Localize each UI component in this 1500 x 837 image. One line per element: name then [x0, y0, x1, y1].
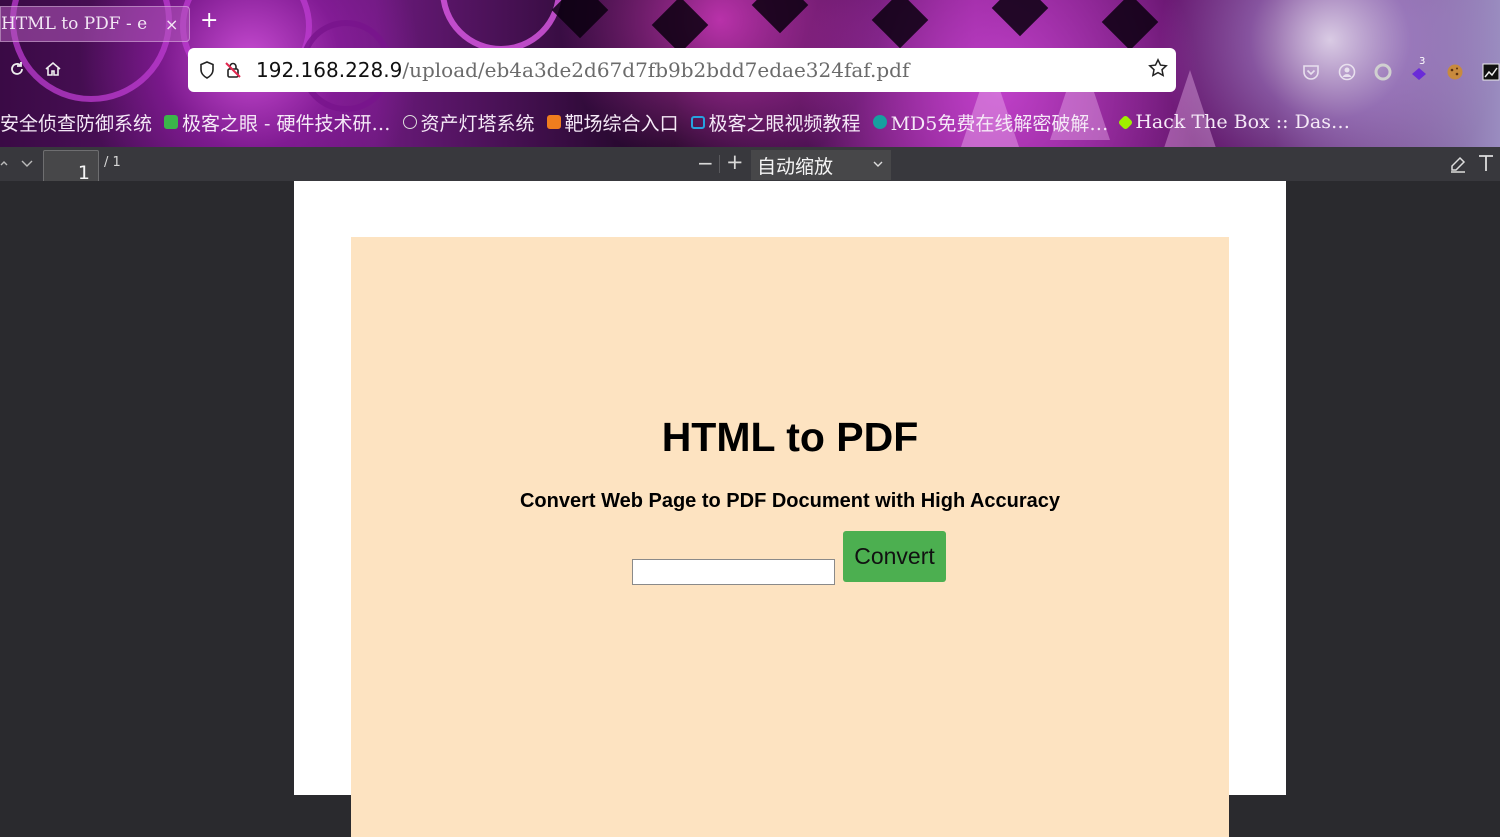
previous-page-icon[interactable]	[0, 154, 8, 173]
page-title: HTML to PDF	[661, 414, 919, 460]
theme-diamond	[1101, 0, 1159, 51]
pdf-viewer[interactable]: HTML to PDF Convert Web Page to PDF Docu…	[0, 181, 1500, 837]
extension-badge: 3	[1419, 56, 1426, 67]
bookmark-label: 安全侦查防御系统	[0, 112, 153, 135]
home-icon[interactable]	[44, 60, 62, 83]
orange-app-icon	[546, 115, 561, 129]
document-body: HTML to PDF Convert Web Page to PDF Docu…	[351, 237, 1229, 837]
teal-gear-icon	[872, 115, 887, 129]
highlight-pen-icon[interactable]	[1449, 155, 1467, 177]
browser-tab[interactable]: HTML to PDF - e ×	[0, 6, 190, 42]
url-path: /upload/eb4a3de2d67d7fb9b2bdd7edae324faf…	[402, 58, 910, 82]
bookmark-star-icon[interactable]	[1148, 58, 1168, 82]
zoom-value: 自动缩放	[757, 156, 834, 178]
green-app-icon	[164, 115, 179, 129]
bookmark-label: MD5免费在线解密破解…	[890, 112, 1109, 135]
account-icon[interactable]	[1335, 60, 1359, 84]
page-total: / 1	[104, 155, 121, 170]
circle-extension-icon[interactable]	[1371, 60, 1395, 84]
zoom-out-button[interactable]: −	[697, 151, 714, 175]
chart-extension-icon[interactable]	[1479, 60, 1500, 84]
bookmark-item[interactable]: 极客之眼 - 硬件技术研…	[164, 109, 391, 136]
chevron-down-icon	[873, 148, 883, 182]
theme-diamond	[751, 0, 809, 34]
theme-diamond	[991, 0, 1049, 37]
insecure-lock-icon[interactable]	[222, 59, 244, 81]
theme-diamond	[651, 0, 709, 54]
convert-button[interactable]: Convert	[843, 531, 946, 582]
bookmarks-toolbar: 安全侦查防御系统 极客之眼 - 硬件技术研… 资产灯塔系统 靶场综合入口 极客之…	[0, 108, 1362, 136]
globe-icon	[402, 115, 417, 129]
theme-swirl	[440, 0, 562, 52]
pdf-toolbar: 1 / 1 − + 自动缩放	[0, 147, 1500, 196]
address-bar[interactable]: 192.168.228.9 /upload/eb4a3de2d67d7fb9b2…	[188, 48, 1176, 92]
page-subtitle: Convert Web Page to PDF Document with Hi…	[519, 490, 1061, 512]
theme-diamond	[871, 0, 929, 49]
next-page-icon[interactable]	[20, 154, 34, 173]
bookmark-item[interactable]: MD5免费在线解密破解…	[872, 109, 1109, 136]
tab-title: HTML to PDF - e	[1, 14, 148, 34]
reload-icon[interactable]	[8, 60, 26, 83]
url-input-field[interactable]	[632, 559, 835, 585]
bookmark-item[interactable]: 安全侦查防御系统	[0, 109, 152, 136]
extension-icon[interactable]: 3	[1407, 56, 1431, 84]
zoom-select[interactable]: 自动缩放	[751, 150, 891, 180]
toolbar-separator	[719, 155, 720, 173]
cube-icon	[1118, 114, 1134, 130]
tv-icon	[690, 115, 705, 129]
bookmark-label: Hack The Box :: Das…	[1135, 111, 1350, 133]
pdf-page: HTML to PDF Convert Web Page to PDF Docu…	[294, 181, 1286, 837]
cookie-icon[interactable]	[1443, 60, 1467, 84]
browser-chrome: HTML to PDF - e × + 192.168.228.9 /uploa…	[0, 0, 1500, 147]
url-host: 192.168.228.9	[256, 58, 403, 82]
pocket-icon[interactable]	[1299, 60, 1323, 84]
text-tool-icon[interactable]	[1478, 154, 1494, 176]
bookmark-item[interactable]: 极客之眼视频教程	[690, 109, 861, 136]
zoom-in-button[interactable]: +	[726, 150, 744, 174]
bookmark-item[interactable]: Hack The Box :: Das…	[1118, 111, 1350, 133]
tab-close-icon[interactable]: ×	[165, 15, 178, 34]
shield-icon[interactable]	[196, 59, 218, 81]
bookmark-label: 极客之眼视频教程	[708, 112, 861, 135]
theme-diamond	[551, 0, 609, 39]
bookmark-item[interactable]: 靶场综合入口	[546, 109, 679, 136]
new-tab-button[interactable]: +	[200, 8, 218, 33]
bookmark-item[interactable]: 资产灯塔系统	[402, 109, 535, 136]
bookmark-label: 极客之眼 - 硬件技术研…	[182, 112, 391, 135]
bookmark-label: 靶场综合入口	[564, 112, 679, 135]
bookmark-label: 资产灯塔系统	[420, 112, 535, 135]
